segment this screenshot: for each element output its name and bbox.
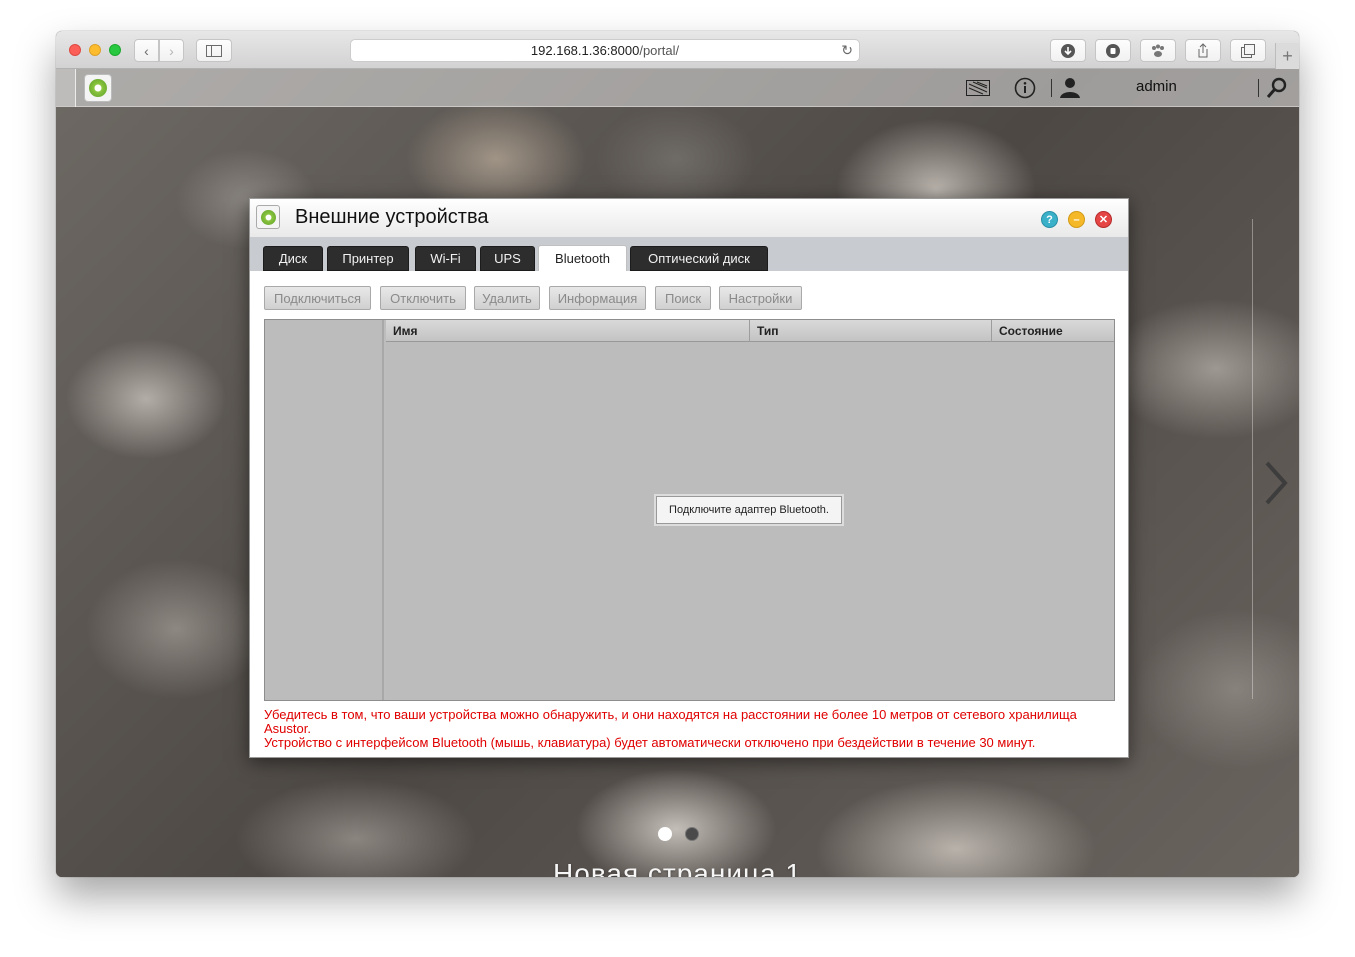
- search-button[interactable]: Поиск: [655, 286, 711, 310]
- disc-icon: [89, 79, 107, 97]
- chevron-left-icon: ‹: [144, 42, 149, 59]
- range-note: Убедитесь в том, что ваши устройства мож…: [264, 707, 1077, 736]
- sidebar-toggle-button[interactable]: [196, 39, 232, 62]
- taskbar-strip[interactable]: [56, 69, 76, 107]
- external-devices-icon: [256, 205, 280, 229]
- address-bar[interactable]: 192.168.1.36:8000/portal/ ↻: [350, 39, 860, 62]
- settings-button[interactable]: Настройки: [719, 286, 802, 310]
- forward-button[interactable]: ›: [159, 39, 184, 62]
- tab-wifi[interactable]: Wi-Fi: [415, 246, 476, 271]
- chevron-right-icon: [1265, 461, 1288, 505]
- grid-header: Имя Тип Состояние: [386, 320, 1114, 342]
- connect-button[interactable]: Подключиться: [264, 286, 371, 310]
- page-dot-2[interactable]: [685, 827, 699, 841]
- browser-toolbar: ‹ › 192.168.1.36:8000/portal/ ↻ +: [56, 31, 1299, 69]
- search-icon[interactable]: [1266, 77, 1288, 104]
- empty-state-message: Подключите адаптер Bluetooth.: [656, 496, 842, 524]
- device-grid: Имя Тип Состояние Подключите адаптер Blu…: [386, 320, 1114, 700]
- reload-icon[interactable]: ↻: [841, 42, 853, 59]
- tab-printer[interactable]: Принтер: [327, 246, 409, 271]
- nas-desktop: admin Внешние устройства ? – ✕ Диск Прин…: [56, 69, 1299, 877]
- column-type[interactable]: Тип: [750, 320, 992, 342]
- idle-disconnect-note: Устройство с интерфейсом Bluetooth (мышь…: [264, 735, 1036, 750]
- url-path: /portal/: [639, 43, 680, 58]
- column-status[interactable]: Состояние: [992, 320, 1114, 342]
- minimize-window-button[interactable]: [89, 44, 101, 56]
- browser-window: ‹ › 192.168.1.36:8000/portal/ ↻ + admin …: [56, 31, 1299, 877]
- help-button[interactable]: ?: [1041, 211, 1058, 228]
- delete-button[interactable]: Удалить: [474, 286, 540, 310]
- devices-panel: Имя Тип Состояние Подключите адаптер Blu…: [264, 319, 1115, 701]
- dialog-header[interactable]: Внешние устройства ? – ✕: [250, 199, 1128, 237]
- user-icon[interactable]: [1059, 77, 1081, 104]
- desktop-divider: [1252, 219, 1253, 699]
- keyboard-icon[interactable]: [966, 79, 990, 101]
- paw-icon: [1152, 44, 1164, 57]
- info-icon[interactable]: [1014, 77, 1036, 104]
- url-host: 192.168.1.36:8000: [530, 43, 640, 58]
- username-label[interactable]: admin: [1136, 78, 1177, 95]
- tab-optical-disk[interactable]: Оптический диск: [630, 246, 768, 271]
- share-icon: [1198, 43, 1208, 58]
- hand-icon: [1106, 43, 1120, 58]
- separator: [1258, 79, 1259, 97]
- disconnect-button[interactable]: Отключить: [380, 286, 466, 310]
- zoom-window-button[interactable]: [109, 44, 121, 56]
- sidebar-icon: [206, 44, 222, 57]
- extension-button[interactable]: [1095, 39, 1131, 62]
- download-icon: [1061, 43, 1075, 58]
- tab-disk[interactable]: Диск: [263, 246, 323, 271]
- tabs-icon: [1241, 43, 1255, 58]
- info-button[interactable]: Информация: [549, 286, 646, 310]
- tab-ups[interactable]: UPS: [480, 246, 535, 271]
- close-window-button[interactable]: [69, 44, 81, 56]
- share-button[interactable]: [1185, 39, 1221, 62]
- disc-icon: [260, 209, 276, 225]
- page-label: Новая страница 1: [553, 858, 802, 877]
- tabs-overview-button[interactable]: [1230, 39, 1266, 62]
- extension-paw-button[interactable]: [1140, 39, 1176, 62]
- separator: [1051, 79, 1052, 97]
- dialog-title: Внешние устройства: [295, 206, 489, 228]
- external-devices-app-icon[interactable]: [84, 74, 112, 102]
- page-dot-1[interactable]: [658, 827, 672, 841]
- back-button[interactable]: ‹: [134, 39, 159, 62]
- next-page-arrow[interactable]: [1261, 459, 1291, 519]
- tab-bluetooth[interactable]: Bluetooth: [538, 245, 627, 271]
- chevron-right-icon: ›: [169, 42, 174, 59]
- minimize-button[interactable]: –: [1068, 211, 1085, 228]
- close-button[interactable]: ✕: [1095, 211, 1112, 228]
- adapter-list[interactable]: [265, 320, 384, 700]
- external-devices-dialog: Внешние устройства ? – ✕ Диск Принтер Wi…: [249, 198, 1129, 758]
- downloads-button[interactable]: [1050, 39, 1086, 62]
- new-tab-button[interactable]: +: [1275, 43, 1299, 69]
- column-name[interactable]: Имя: [386, 320, 750, 342]
- nas-topbar: admin: [56, 69, 1299, 107]
- tab-bar: Диск Принтер Wi-Fi UPS Bluetooth Оптичес…: [250, 237, 1128, 271]
